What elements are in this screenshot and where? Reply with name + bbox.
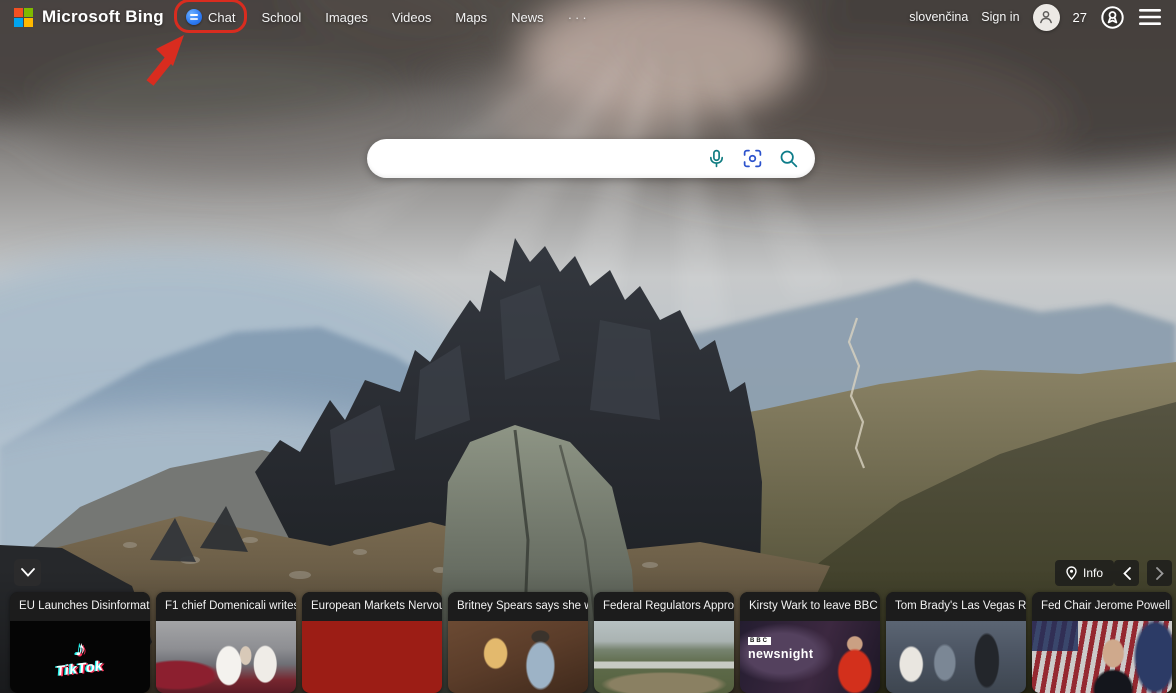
carousel-prev-button[interactable]	[1114, 560, 1139, 586]
chevron-down-icon	[21, 568, 35, 577]
search-bar	[367, 139, 815, 178]
news-card-image-britney	[448, 621, 588, 693]
brand-title: Microsoft Bing	[42, 7, 164, 27]
image-info-button[interactable]: Info	[1055, 560, 1114, 586]
news-card-european-markets[interactable]: European Markets Nervous...	[302, 592, 442, 693]
news-card-title: Tom Brady's Las Vegas Rai...	[886, 592, 1026, 621]
primary-nav: Chat School Images Videos Maps News ···	[184, 0, 590, 34]
news-card-title: Britney Spears says she wa...	[448, 592, 588, 621]
sign-in-link[interactable]: Sign in	[981, 10, 1019, 24]
tiktok-wordmark: TikTok	[56, 657, 105, 679]
visual-search-icon[interactable]	[742, 148, 763, 169]
carousel-next-button[interactable]	[1147, 560, 1172, 586]
top-navigation-bar: Microsoft Bing Chat School Images Videos…	[0, 0, 1176, 34]
microsoft-logo-icon	[14, 8, 33, 27]
newsnight-wordmark: newsnight	[748, 647, 880, 661]
search-bar-icons	[706, 148, 815, 169]
search-icon[interactable]	[778, 148, 799, 169]
news-card-title: Kirsty Wark to leave BBC N...	[740, 592, 880, 621]
news-card-f1-domenicali[interactable]: F1 chief Domenicali writes ...	[156, 592, 296, 693]
news-card-title: F1 chief Domenicali writes ...	[156, 592, 296, 621]
location-pin-icon	[1066, 566, 1077, 580]
bing-logo[interactable]: Microsoft Bing	[14, 7, 164, 27]
search-input[interactable]	[367, 139, 706, 178]
nav-chat-label: Chat	[208, 10, 235, 25]
top-right-controls: slovenčina Sign in 27	[909, 4, 1162, 31]
person-icon	[1038, 9, 1054, 25]
nav-item-news[interactable]: News	[511, 10, 544, 25]
news-card-jerome-powell[interactable]: Fed Chair Jerome Powell Si...	[1032, 592, 1172, 693]
bing-homepage: Microsoft Bing Chat School Images Videos…	[0, 0, 1176, 693]
nav-item-images[interactable]: Images	[325, 10, 368, 25]
hero-background-image	[0, 0, 1176, 693]
news-card-image-tiktok: ♪ TikTok	[10, 621, 150, 693]
nav-item-maps[interactable]: Maps	[455, 10, 487, 25]
microphone-icon[interactable]	[706, 148, 727, 169]
profile-avatar[interactable]	[1033, 4, 1060, 31]
tiktok-note-icon: ♪	[73, 638, 87, 659]
chevron-right-icon	[1156, 567, 1164, 580]
nav-item-chat[interactable]: Chat	[184, 9, 237, 25]
news-card-image-f1	[156, 621, 296, 693]
news-card-title: EU Launches Disinformatio...	[10, 592, 150, 621]
news-card-tom-brady[interactable]: Tom Brady's Las Vegas Rai...	[886, 592, 1026, 693]
news-card-image-brady	[886, 621, 1026, 693]
nav-item-more[interactable]: ···	[568, 10, 590, 25]
info-label: Info	[1083, 566, 1103, 580]
news-card-eu-disinformation[interactable]: EU Launches Disinformatio... ♪ TikTok	[10, 592, 150, 693]
nav-item-videos[interactable]: Videos	[392, 10, 432, 25]
collapse-feed-button[interactable]	[14, 559, 41, 586]
microsoft-rewards-icon[interactable]	[1100, 5, 1125, 30]
news-card-federal-regulators[interactable]: Federal Regulators Approv...	[594, 592, 734, 693]
news-card-title: Federal Regulators Approv...	[594, 592, 734, 621]
bbc-logo: BBC	[748, 637, 771, 645]
news-card-image-newsnight: BBC newsnight	[740, 621, 880, 693]
nav-item-school[interactable]: School	[261, 10, 301, 25]
hamburger-menu-icon[interactable]	[1138, 8, 1162, 26]
news-card-image-markets	[302, 621, 442, 693]
news-card-title: Fed Chair Jerome Powell Si...	[1032, 592, 1172, 621]
chevron-left-icon	[1123, 567, 1131, 580]
news-card-kirsty-wark[interactable]: Kirsty Wark to leave BBC N... BBC newsni…	[740, 592, 880, 693]
language-selector[interactable]: slovenčina	[909, 10, 968, 24]
rewards-points-count: 27	[1073, 10, 1087, 25]
chat-bubble-icon	[186, 9, 202, 25]
news-carousel: EU Launches Disinformatio... ♪ TikTok F1…	[10, 592, 1176, 693]
news-card-britney-spears[interactable]: Britney Spears says she wa...	[448, 592, 588, 693]
news-card-title: European Markets Nervous...	[302, 592, 442, 621]
news-card-image-pipeline	[594, 621, 734, 693]
news-card-image-powell	[1032, 621, 1172, 693]
